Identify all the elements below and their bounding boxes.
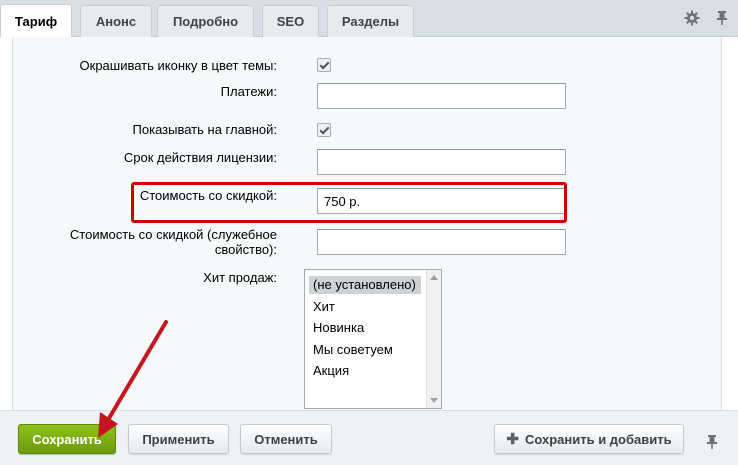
payments-input[interactable] bbox=[317, 83, 566, 109]
plus-icon: ✚ bbox=[506, 431, 519, 448]
bestseller-listbox[interactable]: (не установлено) Хит Новинка Мы советуем… bbox=[304, 269, 442, 409]
bestseller-option-none[interactable]: (не установлено) bbox=[309, 276, 421, 294]
bestseller-label: Хит продаж: bbox=[203, 270, 277, 285]
discount-price-service-label-line1: Стоимость со скидкой (служебное bbox=[69, 227, 277, 242]
highlight-frame bbox=[131, 182, 567, 223]
pin-icon[interactable] bbox=[713, 9, 731, 27]
theme-icon-color-checkbox[interactable] bbox=[317, 58, 331, 72]
tab-sections[interactable]: Разделы bbox=[327, 5, 414, 37]
gear-icon[interactable] bbox=[683, 9, 701, 27]
payments-label: Платежи: bbox=[220, 84, 277, 99]
show-on-main-checkbox[interactable] bbox=[317, 123, 331, 137]
apply-button[interactable]: Применить bbox=[128, 424, 229, 454]
save-button[interactable]: Сохранить bbox=[18, 424, 116, 454]
tab-announce[interactable]: Анонс bbox=[80, 5, 152, 37]
tab-details[interactable]: Подробно bbox=[157, 5, 254, 37]
bestseller-option-hit[interactable]: Хит bbox=[309, 298, 421, 316]
bestseller-option-new[interactable]: Новинка bbox=[309, 319, 421, 337]
scroll-up-icon[interactable] bbox=[430, 275, 438, 280]
footer-pin-icon[interactable] bbox=[703, 433, 721, 451]
license-term-input[interactable] bbox=[317, 149, 566, 175]
show-on-main-label: Показывать на главной: bbox=[132, 122, 277, 137]
discount-price-service-input[interactable] bbox=[317, 229, 566, 255]
tab-bar: Тариф Анонс Подробно SEO Разделы bbox=[0, 0, 738, 37]
theme-icon-color-label: Окрашивать иконку в цвет темы: bbox=[79, 58, 277, 73]
bestseller-option-promo[interactable]: Акция bbox=[309, 362, 421, 380]
bestseller-option-recommend[interactable]: Мы советуем bbox=[309, 341, 421, 359]
scroll-down-icon[interactable] bbox=[430, 398, 438, 403]
discount-price-service-label-line2: свойство): bbox=[214, 242, 277, 257]
save-and-add-button[interactable]: ✚ Сохранить и добавить bbox=[494, 424, 684, 454]
license-term-label: Срок действия лицензии: bbox=[123, 150, 277, 165]
tab-seo[interactable]: SEO bbox=[262, 5, 319, 37]
tab-tariff[interactable]: Тариф bbox=[0, 4, 72, 37]
listbox-scrollbar[interactable] bbox=[426, 270, 441, 408]
save-and-add-label: Сохранить и добавить bbox=[524, 431, 672, 447]
footer-toolbar: Сохранить Применить Отменить ✚ Сохранить… bbox=[0, 410, 738, 465]
cancel-button[interactable]: Отменить bbox=[240, 424, 332, 454]
